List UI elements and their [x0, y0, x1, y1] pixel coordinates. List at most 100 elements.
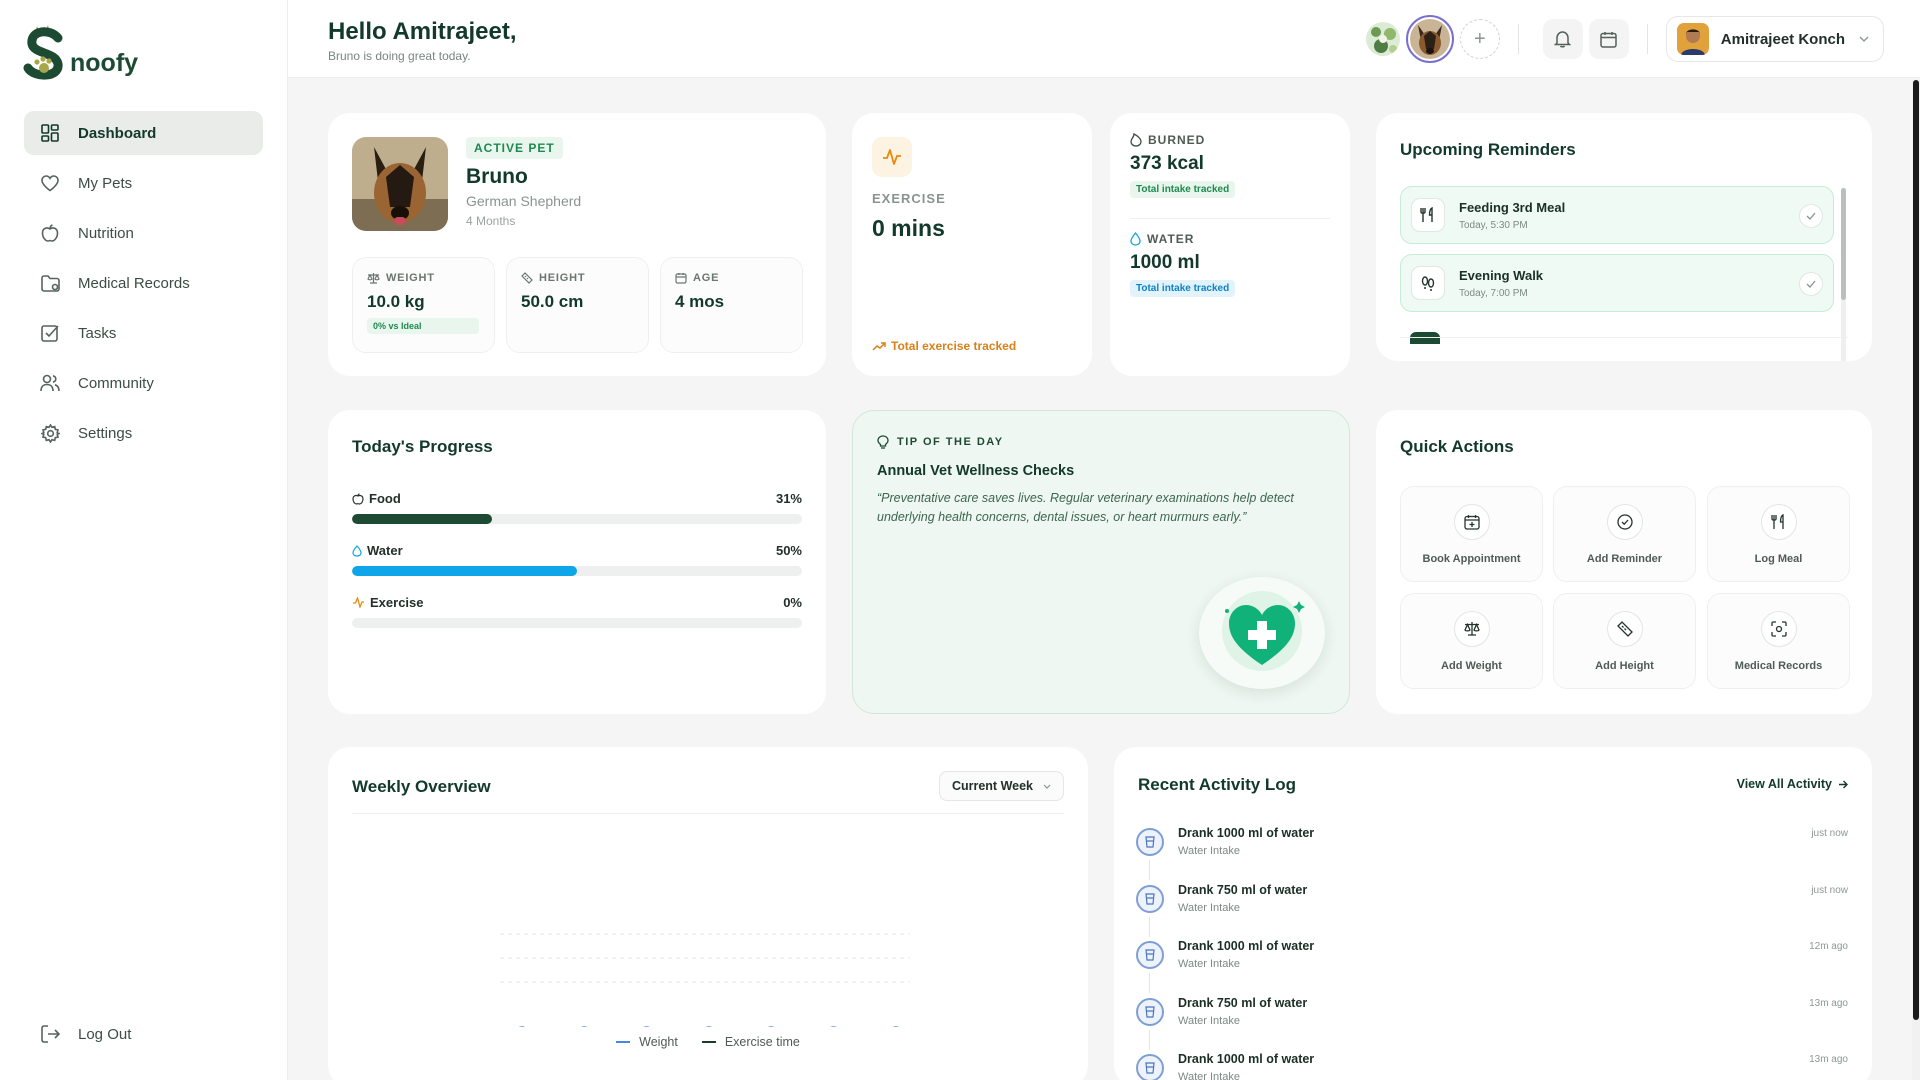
progress-track — [352, 514, 802, 524]
height-label: HEIGHT — [539, 272, 586, 284]
burned-value: 373 kcal — [1130, 153, 1204, 174]
greeting-subtitle: Bruno is doing great today. — [328, 49, 471, 63]
check-circle-icon — [1616, 513, 1633, 530]
legend-label: Weight — [639, 1035, 678, 1049]
add-reminder-button[interactable]: Add Reminder — [1553, 486, 1696, 582]
check-icon — [1806, 280, 1816, 288]
glass-water-icon — [1136, 998, 1164, 1026]
book-appointment-button[interactable]: Book Appointment — [1400, 486, 1543, 582]
exercise-footer-label: Total exercise tracked — [891, 339, 1017, 353]
ruler-icon — [521, 272, 533, 284]
timeline-line — [1149, 973, 1150, 993]
legend-item-exercise: Exercise time — [701, 1035, 800, 1049]
reminder-item[interactable]: Feeding 3rd Meal Today, 5:30 PM — [1400, 186, 1834, 244]
gear-icon — [40, 423, 60, 443]
progress-label: Exercise — [370, 595, 424, 610]
timeline-line — [1149, 860, 1150, 880]
fork-knife-icon — [1411, 198, 1445, 232]
fork-knife-icon — [1770, 513, 1784, 529]
log-meal-button[interactable]: Log Meal — [1707, 486, 1850, 582]
pet-age: 4 Months — [466, 214, 516, 228]
sidebar-item-label: Medical Records — [78, 274, 190, 292]
apple-icon — [40, 223, 60, 243]
heart-plus-icon — [1222, 591, 1305, 671]
activity-item[interactable]: Drank 1000 ml of water Water Intake just… — [1136, 826, 1848, 880]
progress-label: Food — [369, 491, 401, 506]
activity-item[interactable]: Drank 750 ml of water Water Intake just … — [1136, 883, 1848, 937]
calendar-button[interactable] — [1588, 19, 1629, 59]
exercise-footer: Total exercise tracked — [872, 339, 1016, 353]
legend-label: Exercise time — [724, 1035, 800, 1049]
divider — [352, 813, 1064, 814]
activity-item[interactable]: Drank 1000 ml of water Water Intake 12m … — [1136, 939, 1848, 993]
sidebar-item-tasks[interactable]: Tasks — [24, 311, 263, 355]
checkbox-icon — [40, 323, 60, 343]
user-menu[interactable]: Amitrajeet Konch — [1665, 16, 1884, 62]
progress-title: Today's Progress — [352, 437, 493, 456]
add-pet-button[interactable]: + — [1459, 19, 1500, 59]
tip-of-the-day-card: TIP OF THE DAY Annual Vet Wellness Check… — [852, 410, 1350, 714]
notifications-button[interactable] — [1542, 19, 1583, 59]
arrow-right-icon — [1839, 780, 1848, 788]
activity-icon — [353, 597, 364, 608]
activity-title: Recent Activity Log — [1138, 775, 1297, 794]
reminders-scrollbar[interactable] — [1841, 188, 1846, 361]
glass-water-icon — [1136, 1054, 1164, 1080]
activity-item[interactable]: Drank 1000 ml of water Water Intake 13m … — [1136, 1052, 1848, 1080]
scrollbar-thumb[interactable] — [1841, 188, 1846, 300]
sidebar-item-medical-records[interactable]: Medical Records — [24, 261, 263, 305]
quick-actions-title: Quick Actions — [1400, 437, 1514, 456]
add-height-button[interactable]: Add Height — [1553, 593, 1696, 689]
divider — [1130, 218, 1330, 219]
logout-label: Log Out — [78, 1025, 132, 1043]
page-scrollbar[interactable] — [1912, 80, 1920, 1080]
glass-water-icon — [1136, 885, 1164, 913]
scale-icon — [1463, 622, 1480, 636]
pet-switcher-bruno[interactable] — [1405, 15, 1454, 63]
add-weight-button[interactable]: Add Weight — [1400, 593, 1543, 689]
activity-time: 13m ago — [1809, 998, 1848, 1009]
flame-icon — [1130, 133, 1142, 147]
weekly-title: Weekly Overview — [352, 777, 491, 796]
burned-label: BURNED — [1148, 133, 1206, 147]
bell-icon — [1554, 31, 1572, 48]
tip-title: Annual Vet Wellness Checks — [877, 463, 1075, 479]
glass-water-icon — [1136, 828, 1164, 856]
sidebar-item-nutrition[interactable]: Nutrition — [24, 211, 263, 255]
recent-activity-card: Recent Activity Log View All Activity Dr… — [1114, 747, 1872, 1080]
dashboard-icon — [40, 123, 60, 143]
reminder-complete-button[interactable] — [1799, 272, 1823, 296]
water-stat: WATER 1000 ml Total intake tracked — [1130, 232, 1236, 297]
divider — [1646, 24, 1648, 54]
lightbulb-icon — [877, 435, 889, 449]
activity-item[interactable]: Drank 750 ml of water Water Intake 13m a… — [1136, 996, 1848, 1050]
week-select-value: Current Week — [951, 779, 1033, 793]
sidebar-item-dashboard[interactable]: Dashboard — [24, 111, 263, 155]
exercise-value: 0 mins — [872, 215, 945, 241]
scrollbar-thumb[interactable] — [1913, 80, 1919, 1020]
app-logo[interactable]: noofy — [22, 22, 138, 82]
view-all-activity-link[interactable]: View All Activity — [1737, 777, 1848, 791]
reminder-item[interactable]: Evening Walk Today, 7:00 PM — [1400, 254, 1834, 312]
reminder-complete-button[interactable] — [1799, 204, 1823, 228]
sidebar-item-my-pets[interactable]: My Pets — [24, 161, 263, 205]
sidebar-item-community[interactable]: Community — [24, 361, 263, 405]
weight-stat: WEIGHT 10.0 kg 0% vs Ideal — [352, 257, 495, 353]
progress-exercise: Exercise 0% — [352, 595, 802, 628]
progress-label: Water — [367, 543, 403, 558]
water-note: Total intake tracked — [1130, 280, 1236, 297]
legend-swatch — [701, 1041, 716, 1043]
pet-switcher-other[interactable] — [1365, 22, 1400, 56]
activity-subtitle: Water Intake — [1178, 902, 1240, 914]
tip-body: “Preventative care saves lives. Regular … — [877, 491, 1294, 524]
medical-records-button[interactable]: Medical Records — [1707, 593, 1850, 689]
age-label: AGE — [693, 272, 720, 284]
reminder-item-partial — [1410, 332, 1440, 344]
logout-button[interactable]: Log Out — [24, 1012, 263, 1056]
sidebar-item-settings[interactable]: Settings — [24, 411, 263, 455]
week-select[interactable]: Current Week — [938, 771, 1064, 801]
calendar-icon — [1600, 31, 1618, 48]
exercise-label: EXERCISE — [872, 191, 946, 206]
timeline-line — [1149, 917, 1150, 937]
sidebar-item-label: My Pets — [78, 174, 133, 192]
